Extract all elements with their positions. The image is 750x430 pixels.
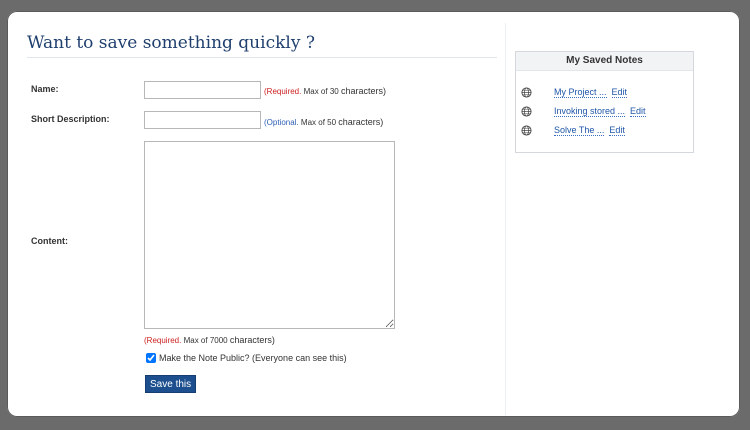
saved-note-item: My Project ... Edit bbox=[521, 87, 628, 98]
page-frame: Want to save something quickly ? Name: (… bbox=[7, 11, 740, 417]
short-description-hint: (Optional. Max of 50 characters) bbox=[264, 117, 383, 127]
column-divider bbox=[505, 23, 506, 415]
saved-note-edit-link[interactable]: Edit bbox=[630, 106, 646, 117]
saved-note-link[interactable]: Solve The ... bbox=[554, 125, 605, 136]
name-input[interactable] bbox=[144, 81, 261, 99]
short-description-hint-tail: Max of 50 bbox=[298, 118, 339, 127]
globe-icon bbox=[521, 106, 532, 117]
short-description-hint-tag: (Optional. bbox=[264, 118, 299, 127]
short-description-label: Short Description: bbox=[31, 114, 110, 124]
name-hint: (Required. Max of 30 characters) bbox=[264, 86, 386, 96]
globe-icon bbox=[521, 87, 532, 98]
saved-notes-title: My Saved Notes bbox=[516, 52, 693, 71]
saved-note-item: Invoking stored ... Edit bbox=[521, 106, 646, 117]
public-checkbox[interactable] bbox=[146, 353, 156, 363]
name-hint-tag: (Required. bbox=[264, 87, 302, 96]
saved-note-link[interactable]: My Project ... bbox=[554, 87, 607, 98]
content-label: Content: bbox=[31, 236, 68, 246]
saved-note-link[interactable]: Invoking stored ... bbox=[554, 106, 626, 117]
save-button[interactable]: Save this bbox=[145, 375, 197, 393]
short-description-hint-big: characters) bbox=[338, 117, 384, 127]
content-hint: (Required. Max of 7000 characters) bbox=[144, 335, 275, 345]
name-hint-tail: Max of 30 bbox=[301, 87, 341, 96]
name-hint-big: characters) bbox=[340, 86, 386, 96]
name-label: Name: bbox=[31, 84, 59, 94]
content-hint-tag: (Required. bbox=[144, 336, 182, 345]
globe-icon bbox=[521, 125, 532, 136]
page-title: Want to save something quickly ? bbox=[27, 33, 497, 58]
content-textarea[interactable] bbox=[144, 141, 395, 329]
saved-note-edit-link[interactable]: Edit bbox=[611, 87, 628, 98]
short-description-input[interactable] bbox=[144, 111, 261, 129]
content-hint-big: characters) bbox=[229, 335, 275, 345]
saved-note-item: Solve The ... Edit bbox=[521, 125, 625, 136]
content-hint-tail: Max of 7000 bbox=[181, 336, 230, 345]
public-checkbox-label: Make the Note Public? (Everyone can see … bbox=[159, 353, 347, 363]
saved-note-edit-link[interactable]: Edit bbox=[609, 125, 625, 136]
saved-notes-panel: My Saved Notes My Project ... Edit Invok… bbox=[515, 51, 694, 153]
public-checkbox-row[interactable]: Make the Note Public? (Everyone can see … bbox=[146, 353, 347, 363]
